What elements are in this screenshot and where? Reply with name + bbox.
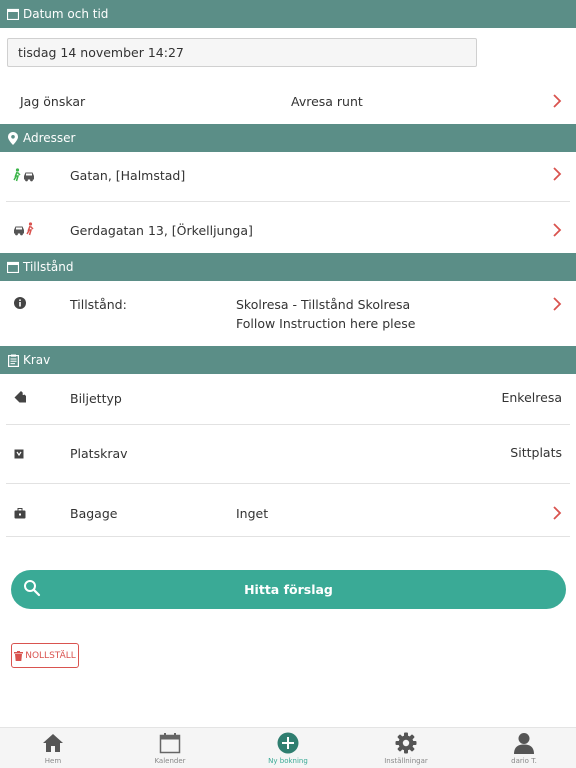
address-text: Gatan, [Halmstad] [70, 168, 186, 183]
bottom-tab-bar: Hem Kalender Ny bokning Inställningar da… [0, 727, 576, 768]
find-suggestions-button[interactable]: Hitta förslag [11, 570, 566, 609]
search-icon [23, 579, 41, 597]
section-title: Tillstånd [23, 260, 74, 274]
section-header-addresses: Adresser [0, 124, 576, 152]
clipboard-icon [6, 353, 20, 367]
requirement-row-luggage[interactable]: Bagage Inget [0, 484, 576, 536]
info-icon [14, 297, 26, 309]
tab-label: Inställningar [384, 757, 428, 765]
map-pin-icon [6, 131, 20, 145]
requirement-row-seat: Platskrav Sittplats [0, 425, 576, 483]
booking-page: Datum och tid tisdag 14 november 14:27 J… [0, 0, 576, 768]
section-title: Datum och tid [23, 7, 109, 21]
tab-home[interactable]: Hem [13, 728, 93, 768]
section-header-permit: Tillstånd [0, 253, 576, 281]
chevron-right-icon[interactable] [552, 506, 562, 520]
seat-icon [14, 447, 24, 459]
address-row-from[interactable]: Gatan, [Halmstad] [0, 152, 576, 201]
requirement-label: Bagage [70, 506, 118, 521]
tab-label: dario T. [511, 757, 537, 765]
tab-label: Kalender [154, 757, 186, 765]
divider [6, 536, 570, 537]
chevron-right-icon[interactable] [552, 223, 562, 237]
address-text: Gerdagatan 13, [Örkelljunga] [70, 223, 253, 238]
datetime-input[interactable]: tisdag 14 november 14:27 [7, 38, 477, 67]
plus-circle-icon [277, 732, 299, 754]
wish-value: Avresa runt [291, 94, 363, 109]
section-title: Krav [23, 353, 51, 367]
requirement-label: Platskrav [70, 446, 128, 461]
permit-value-line1: Skolresa - Tillstånd Skolresa [236, 297, 411, 312]
chevron-right-icon[interactable] [552, 167, 562, 181]
permit-value-line2: Follow Instruction here plese [236, 316, 416, 331]
permit-label: Tillstånd: [70, 297, 127, 312]
luggage-icon [14, 507, 26, 519]
chevron-right-icon[interactable] [552, 297, 562, 311]
reset-button[interactable]: NOLLSTÄLL [11, 643, 79, 668]
gear-icon [395, 732, 417, 754]
chevron-right-icon[interactable] [552, 94, 562, 108]
calendar-icon [6, 260, 20, 274]
requirement-label: Biljettyp [70, 391, 122, 406]
requirement-row-ticket: Biljettyp Enkelresa [0, 374, 576, 424]
wish-label: Jag önskar [20, 94, 86, 109]
tab-label: Hem [44, 757, 62, 765]
tag-icon [14, 391, 27, 403]
requirement-value: Inget [236, 506, 269, 521]
requirement-value: Enkelresa [501, 390, 562, 405]
address-row-to[interactable]: Gerdagatan 13, [Örkelljunga] [0, 202, 576, 252]
car-walk-icon [13, 222, 37, 236]
tab-settings[interactable]: Inställningar [366, 728, 446, 768]
trash-icon [14, 650, 24, 661]
section-header-requirements: Krav [0, 346, 576, 374]
wish-row[interactable]: Jag önskar Avresa runt [0, 80, 576, 122]
find-suggestions-label: Hitta förslag [244, 582, 333, 597]
calendar-icon [159, 732, 181, 754]
user-icon [513, 732, 535, 754]
tab-new-booking[interactable]: Ny bokning [248, 728, 328, 768]
permit-row[interactable]: Tillstånd: Skolresa - Tillstånd Skolresa… [0, 281, 576, 345]
requirement-value: Sittplats [510, 445, 562, 460]
calendar-icon [6, 7, 20, 21]
section-title: Adresser [23, 131, 76, 145]
walk-car-icon [13, 168, 37, 182]
tab-label: Ny bokning [268, 757, 308, 765]
home-icon [42, 732, 64, 754]
tab-profile[interactable]: dario T. [484, 728, 564, 768]
reset-label: NOLLSTÄLL [25, 650, 76, 661]
section-header-datetime: Datum och tid [0, 0, 576, 28]
tab-calendar[interactable]: Kalender [130, 728, 210, 768]
